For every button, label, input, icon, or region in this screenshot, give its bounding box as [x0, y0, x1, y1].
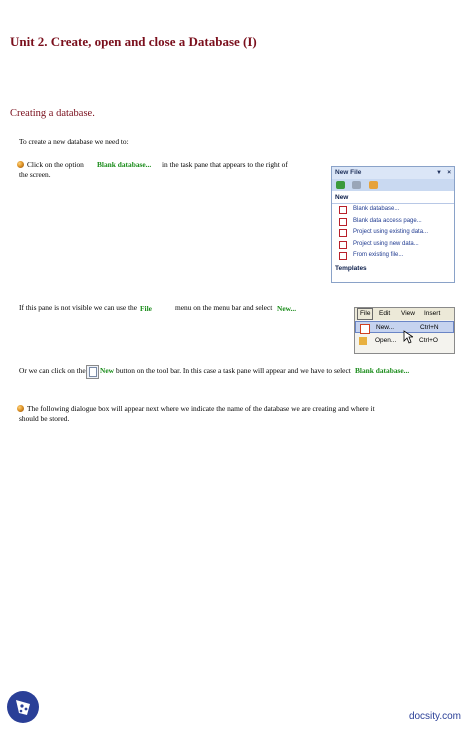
step2-text-middle: menu on the menu bar and select — [175, 303, 273, 312]
chevron-down-icon: ▼ — [436, 170, 442, 176]
menu-bar: File Edit View Insert — [355, 308, 454, 320]
task-pane-item: Blank data access page... — [332, 216, 454, 228]
cursor-icon — [403, 330, 413, 344]
step2-file: File — [140, 304, 152, 313]
task-pane-image: New File ▼ × New Blank database... Blank… — [331, 166, 455, 283]
back-icon — [336, 181, 345, 189]
close-icon: × — [447, 169, 451, 176]
step1-text: Click on the option — [27, 160, 84, 169]
step1-text-after: in the task pane that appears to the rig… — [162, 160, 288, 169]
bullet-icon — [17, 405, 24, 412]
task-pane-title-bar: New File ▼ × — [332, 167, 454, 179]
task-pane-title: New File — [335, 169, 362, 176]
step3-text: Or we can click on the — [19, 366, 86, 375]
forward-icon — [352, 181, 361, 189]
task-pane-item: Blank database... — [332, 204, 454, 216]
step3-new: New — [100, 366, 114, 375]
docsity-logo-icon — [16, 700, 30, 715]
menu-file: File — [357, 308, 374, 320]
step2-text: If this pane is not visible we can use t… — [19, 303, 138, 312]
task-pane-section-templates: Templates — [335, 264, 367, 272]
step2-new: New... — [277, 304, 297, 313]
section-heading: Creating a database. — [10, 108, 95, 119]
docsity-logo — [7, 691, 39, 723]
file-menu-image: File Edit View Insert New... Ctrl+N Open… — [354, 307, 455, 354]
document-icon — [339, 240, 347, 249]
menu-insert: Insert — [424, 310, 441, 317]
task-pane-nav — [332, 179, 454, 191]
document-icon — [339, 206, 347, 214]
menu-edit: Edit — [379, 310, 391, 317]
document-icon — [339, 229, 347, 237]
step1-text-line2: the screen. — [19, 170, 51, 179]
step4-text-line2: should be stored. — [19, 414, 70, 423]
document-icon — [339, 217, 347, 226]
new-document-icon — [360, 324, 370, 334]
step4-text: The following dialogue box will appear n… — [27, 404, 375, 413]
task-pane-item: From existing file... — [332, 250, 454, 262]
page-title: Unit 2. Create, open and close a Databas… — [10, 34, 257, 49]
step3-highlight: Blank database... — [355, 366, 410, 375]
task-pane-section-new: New — [332, 193, 454, 204]
new-button-icon — [86, 365, 99, 379]
menu-view: View — [401, 310, 415, 317]
folder-icon — [359, 337, 367, 345]
docsity-link[interactable]: docsity.com — [409, 711, 461, 722]
document-icon — [339, 252, 347, 260]
task-pane-item: Project using new data... — [332, 239, 454, 251]
task-pane-item: Project using existing data... — [332, 227, 454, 239]
step3-text-middle: button on the tool bar. In this case a t… — [116, 366, 351, 375]
intro-text: To create a new database we need to: — [19, 137, 129, 146]
bullet-icon — [17, 161, 24, 168]
home-icon — [369, 181, 378, 189]
step1-highlight: Blank database... — [97, 160, 152, 169]
